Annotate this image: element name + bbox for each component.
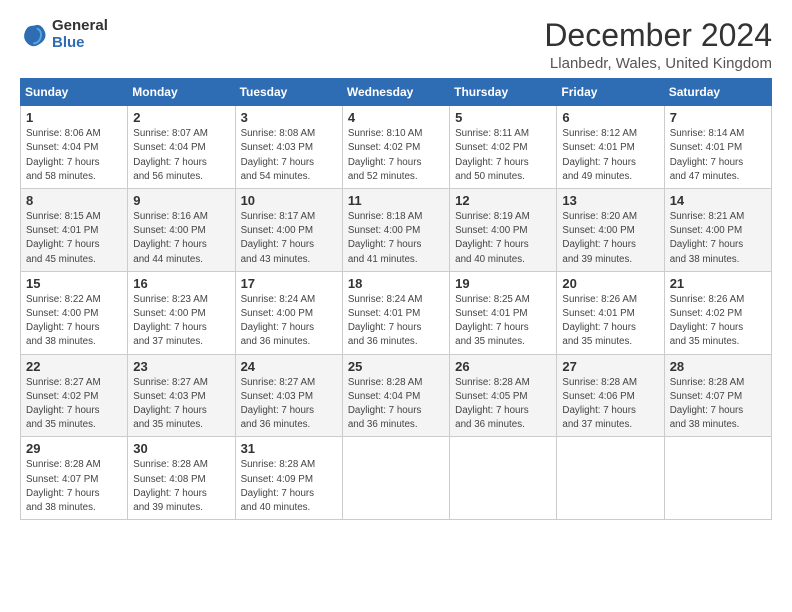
table-row: 1Sunrise: 8:06 AMSunset: 4:04 PMDaylight… — [21, 106, 128, 189]
subtitle: Llanbedr, Wales, United Kingdom — [544, 55, 772, 72]
col-tuesday: Tuesday — [235, 79, 342, 106]
header-area: General Blue December 2024 Llanbedr, Wal… — [20, 18, 772, 72]
table-row: 20Sunrise: 8:26 AMSunset: 4:01 PMDayligh… — [557, 271, 664, 354]
week-row: 1Sunrise: 8:06 AMSunset: 4:04 PMDaylight… — [21, 106, 772, 189]
table-row: 19Sunrise: 8:25 AMSunset: 4:01 PMDayligh… — [450, 271, 557, 354]
col-saturday: Saturday — [664, 79, 771, 106]
table-row: 2Sunrise: 8:07 AMSunset: 4:04 PMDaylight… — [128, 106, 235, 189]
table-row — [557, 437, 664, 520]
table-row: 25Sunrise: 8:28 AMSunset: 4:04 PMDayligh… — [342, 354, 449, 437]
table-row — [450, 437, 557, 520]
table-row: 8Sunrise: 8:15 AMSunset: 4:01 PMDaylight… — [21, 189, 128, 272]
table-row: 27Sunrise: 8:28 AMSunset: 4:06 PMDayligh… — [557, 354, 664, 437]
table-row: 14Sunrise: 8:21 AMSunset: 4:00 PMDayligh… — [664, 189, 771, 272]
table-row: 12Sunrise: 8:19 AMSunset: 4:00 PMDayligh… — [450, 189, 557, 272]
table-row: 23Sunrise: 8:27 AMSunset: 4:03 PMDayligh… — [128, 354, 235, 437]
logo-text: General Blue — [52, 18, 108, 51]
table-row: 6Sunrise: 8:12 AMSunset: 4:01 PMDaylight… — [557, 106, 664, 189]
week-row: 8Sunrise: 8:15 AMSunset: 4:01 PMDaylight… — [21, 189, 772, 272]
table-row: 7Sunrise: 8:14 AMSunset: 4:01 PMDaylight… — [664, 106, 771, 189]
header-row: Sunday Monday Tuesday Wednesday Thursday… — [21, 79, 772, 106]
table-row: 13Sunrise: 8:20 AMSunset: 4:00 PMDayligh… — [557, 189, 664, 272]
table-row: 10Sunrise: 8:17 AMSunset: 4:00 PMDayligh… — [235, 189, 342, 272]
table-row: 17Sunrise: 8:24 AMSunset: 4:00 PMDayligh… — [235, 271, 342, 354]
week-row: 22Sunrise: 8:27 AMSunset: 4:02 PMDayligh… — [21, 354, 772, 437]
table-row: 22Sunrise: 8:27 AMSunset: 4:02 PMDayligh… — [21, 354, 128, 437]
table-row: 30Sunrise: 8:28 AMSunset: 4:08 PMDayligh… — [128, 437, 235, 520]
table-row: 3Sunrise: 8:08 AMSunset: 4:03 PMDaylight… — [235, 106, 342, 189]
table-row — [342, 437, 449, 520]
col-friday: Friday — [557, 79, 664, 106]
logo-icon — [20, 21, 48, 49]
logo-general: General — [52, 18, 108, 35]
table-row: 24Sunrise: 8:27 AMSunset: 4:03 PMDayligh… — [235, 354, 342, 437]
table-row: 29Sunrise: 8:28 AMSunset: 4:07 PMDayligh… — [21, 437, 128, 520]
table-row: 11Sunrise: 8:18 AMSunset: 4:00 PMDayligh… — [342, 189, 449, 272]
calendar-table: Sunday Monday Tuesday Wednesday Thursday… — [20, 78, 772, 520]
page: General Blue December 2024 Llanbedr, Wal… — [0, 0, 792, 534]
table-row: 21Sunrise: 8:26 AMSunset: 4:02 PMDayligh… — [664, 271, 771, 354]
table-row: 9Sunrise: 8:16 AMSunset: 4:00 PMDaylight… — [128, 189, 235, 272]
col-sunday: Sunday — [21, 79, 128, 106]
col-monday: Monday — [128, 79, 235, 106]
table-row: 28Sunrise: 8:28 AMSunset: 4:07 PMDayligh… — [664, 354, 771, 437]
col-wednesday: Wednesday — [342, 79, 449, 106]
table-row: 4Sunrise: 8:10 AMSunset: 4:02 PMDaylight… — [342, 106, 449, 189]
table-row: 15Sunrise: 8:22 AMSunset: 4:00 PMDayligh… — [21, 271, 128, 354]
week-row: 15Sunrise: 8:22 AMSunset: 4:00 PMDayligh… — [21, 271, 772, 354]
week-row: 29Sunrise: 8:28 AMSunset: 4:07 PMDayligh… — [21, 437, 772, 520]
table-row — [664, 437, 771, 520]
col-thursday: Thursday — [450, 79, 557, 106]
table-row: 26Sunrise: 8:28 AMSunset: 4:05 PMDayligh… — [450, 354, 557, 437]
logo: General Blue — [20, 18, 108, 51]
main-title: December 2024 — [544, 18, 772, 53]
logo-blue: Blue — [52, 35, 108, 52]
table-row: 5Sunrise: 8:11 AMSunset: 4:02 PMDaylight… — [450, 106, 557, 189]
table-row: 16Sunrise: 8:23 AMSunset: 4:00 PMDayligh… — [128, 271, 235, 354]
title-area: December 2024 Llanbedr, Wales, United Ki… — [544, 18, 772, 72]
table-row: 31Sunrise: 8:28 AMSunset: 4:09 PMDayligh… — [235, 437, 342, 520]
table-row: 18Sunrise: 8:24 AMSunset: 4:01 PMDayligh… — [342, 271, 449, 354]
